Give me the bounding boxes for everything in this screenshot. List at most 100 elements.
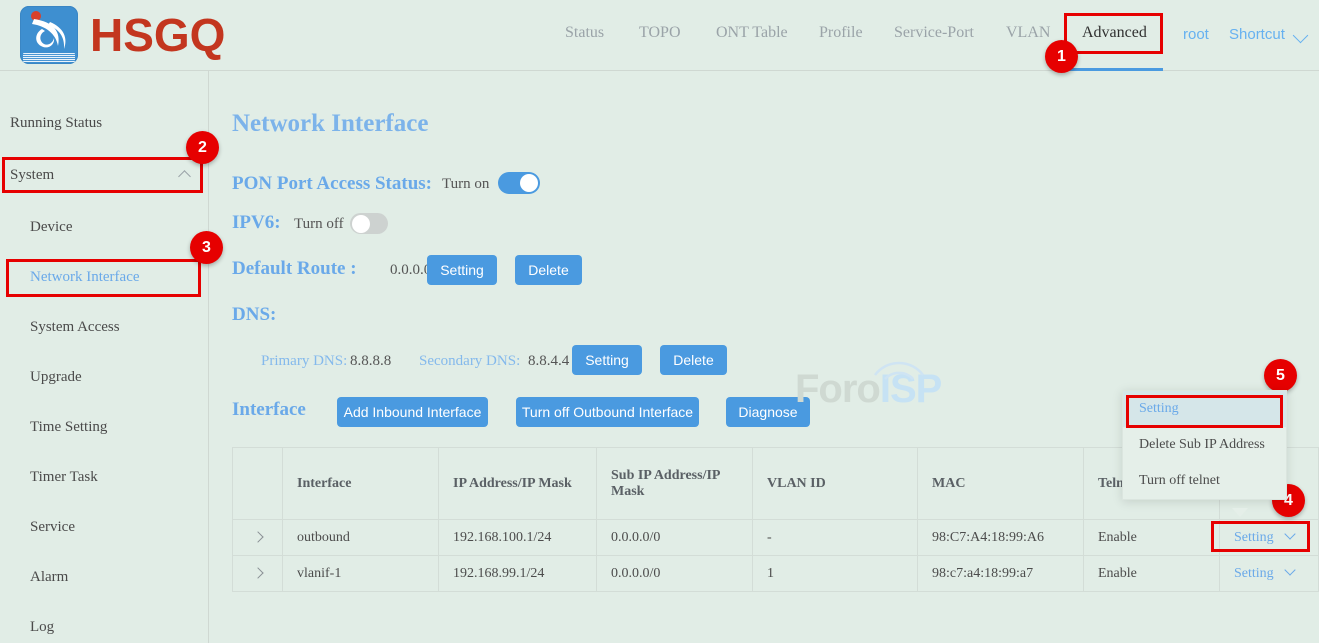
cell-telnet: Enable <box>1084 556 1220 592</box>
nav-item-ont-table[interactable]: ONT Table <box>716 24 788 42</box>
th-mac: MAC <box>918 448 1084 520</box>
sidebar-item-service[interactable]: Service <box>0 502 209 552</box>
annotation-badge-3: 3 <box>190 231 223 264</box>
sidebar-label: Device <box>0 219 72 236</box>
sidebar-label: Time Setting <box>0 419 107 436</box>
annotation-badge-2: 2 <box>186 131 219 164</box>
sidebar-label: Timer Task <box>0 469 98 486</box>
default-route-value: 0.0.0.0 <box>390 262 431 279</box>
chevron-right-icon[interactable] <box>252 531 263 542</box>
sidebar-item-device[interactable]: Device <box>0 202 209 252</box>
dns-delete-button[interactable]: Delete <box>660 345 727 375</box>
sidebar-label: Service <box>0 519 75 536</box>
dropdown-item-setting[interactable]: Setting <box>1123 391 1286 427</box>
secondary-dns-label: Secondary DNS: <box>419 353 520 370</box>
sidebar-label: Network Interface <box>0 269 140 286</box>
cell-interface: outbound <box>283 520 439 556</box>
nav-item-service-port[interactable]: Service-Port <box>894 24 974 42</box>
chevron-down-icon[interactable] <box>1284 528 1295 539</box>
cell-vlan: - <box>753 520 918 556</box>
cell-sub-ip: 0.0.0.0/0 <box>597 556 753 592</box>
chevron-down-icon[interactable] <box>1293 28 1309 44</box>
sidebar-item-timer-task[interactable]: Timer Task <box>0 452 209 502</box>
turn-off-outbound-interface-button[interactable]: Turn off Outbound Interface <box>516 397 699 427</box>
watermark-part-a: Foro <box>795 367 880 411</box>
sidebar-item-system-access[interactable]: System Access <box>0 302 209 352</box>
default-route-delete-button[interactable]: Delete <box>515 255 582 285</box>
add-inbound-interface-button[interactable]: Add Inbound Interface <box>337 397 488 427</box>
row-setting-label: Setting <box>1234 530 1274 545</box>
dns-label: DNS: <box>232 304 276 326</box>
primary-dns-label: Primary DNS: <box>261 353 347 370</box>
annotation-badge-5: 5 <box>1264 359 1297 392</box>
interface-label: Interface <box>232 399 306 421</box>
dropdown-item-turn-off-telnet[interactable]: Turn off telnet <box>1123 463 1286 499</box>
cell-ip: 192.168.99.1/24 <box>439 556 597 592</box>
pon-port-state-text: Turn on <box>442 176 489 193</box>
sidebar-label: Upgrade <box>0 369 82 386</box>
chevron-right-icon[interactable] <box>252 567 263 578</box>
foroisp-watermark: ForoISP <box>795 367 941 412</box>
sidebar-item-log[interactable]: Log <box>0 602 209 643</box>
cell-mac: 98:C7:A4:18:99:A6 <box>918 520 1084 556</box>
sidebar-item-alarm[interactable]: Alarm <box>0 552 209 602</box>
nav-item-vlan[interactable]: VLAN <box>1006 24 1050 42</box>
primary-dns-value: 8.8.8.8 <box>350 353 391 370</box>
sidebar-item-system[interactable]: System <box>0 150 209 200</box>
sidebar-label: System <box>0 167 54 184</box>
cell-interface: vlanif-1 <box>283 556 439 592</box>
nav-item-advanced[interactable]: Advanced <box>1082 24 1147 42</box>
dropdown-item-delete-sub-ip-address[interactable]: Delete Sub IP Address <box>1123 427 1286 463</box>
th-sub-ip-address: Sub IP Address/IP Mask <box>597 448 753 520</box>
table-body: outbound 192.168.100.1/24 0.0.0.0/0 - 98… <box>233 520 1319 592</box>
app-header: HSGQ Status TOPO ONT Table Profile Servi… <box>0 0 1319 71</box>
default-route-setting-button[interactable]: Setting <box>427 255 497 285</box>
sidebar-label: System Access <box>0 319 120 336</box>
cell-operation[interactable]: Setting <box>1220 520 1319 556</box>
row-setting-dropdown[interactable]: Setting <box>1234 530 1294 545</box>
row-action-dropdown-menu: Setting Delete Sub IP Address Turn off t… <box>1122 390 1287 500</box>
user-account-link[interactable]: root <box>1183 26 1209 43</box>
th-vlan-id: VLAN ID <box>753 448 918 520</box>
secondary-dns-value: 8.8.4.4 <box>528 353 569 370</box>
sidebar-item-time-setting[interactable]: Time Setting <box>0 402 209 452</box>
page-title: Network Interface <box>232 110 428 138</box>
sidebar-item-upgrade[interactable]: Upgrade <box>0 352 209 402</box>
cell-mac: 98:c7:a4:18:99:a7 <box>918 556 1084 592</box>
chevron-down-icon[interactable] <box>1284 564 1295 575</box>
top-navigation: Status TOPO ONT Table Profile Service-Po… <box>0 0 1319 70</box>
sidebar-label: Log <box>0 619 54 636</box>
th-interface: Interface <box>283 448 439 520</box>
cell-vlan: 1 <box>753 556 918 592</box>
annotation-badge-1: 1 <box>1045 40 1078 73</box>
cell-sub-ip: 0.0.0.0/0 <box>597 520 753 556</box>
nav-item-topo[interactable]: TOPO <box>639 24 681 42</box>
nav-item-profile[interactable]: Profile <box>819 24 863 42</box>
chevron-up-icon <box>178 170 191 183</box>
shortcut-menu[interactable]: Shortcut <box>1229 26 1285 43</box>
dns-setting-button[interactable]: Setting <box>572 345 642 375</box>
cell-operation[interactable]: Setting <box>1220 556 1319 592</box>
dropdown-arrow-icon <box>1232 508 1248 517</box>
sidebar-item-running-status[interactable]: Running Status <box>0 98 209 148</box>
nav-item-status[interactable]: Status <box>565 24 604 42</box>
pon-port-toggle[interactable] <box>498 172 540 194</box>
row-setting-dropdown[interactable]: Setting <box>1234 566 1294 581</box>
toggle-knob <box>520 174 538 192</box>
ipv6-label: IPV6: <box>232 212 281 234</box>
row-expand-cell[interactable] <box>233 520 283 556</box>
default-route-label: Default Route : <box>232 258 357 280</box>
cell-telnet: Enable <box>1084 520 1220 556</box>
table-row[interactable]: vlanif-1 192.168.99.1/24 0.0.0.0/0 1 98:… <box>233 556 1319 592</box>
ipv6-state-text: Turn off <box>294 216 344 233</box>
sidebar-label: Running Status <box>0 115 102 132</box>
row-expand-cell[interactable] <box>233 556 283 592</box>
app-root: HSGQ Status TOPO ONT Table Profile Servi… <box>0 0 1319 643</box>
table-row[interactable]: outbound 192.168.100.1/24 0.0.0.0/0 - 98… <box>233 520 1319 556</box>
sidebar: Running Status System Device Network Int… <box>0 71 209 643</box>
th-ip-address: IP Address/IP Mask <box>439 448 597 520</box>
wifi-arcs-icon <box>871 355 927 381</box>
ipv6-toggle[interactable] <box>350 213 388 234</box>
sidebar-item-network-interface[interactable]: Network Interface <box>0 252 209 302</box>
th-expand <box>233 448 283 520</box>
